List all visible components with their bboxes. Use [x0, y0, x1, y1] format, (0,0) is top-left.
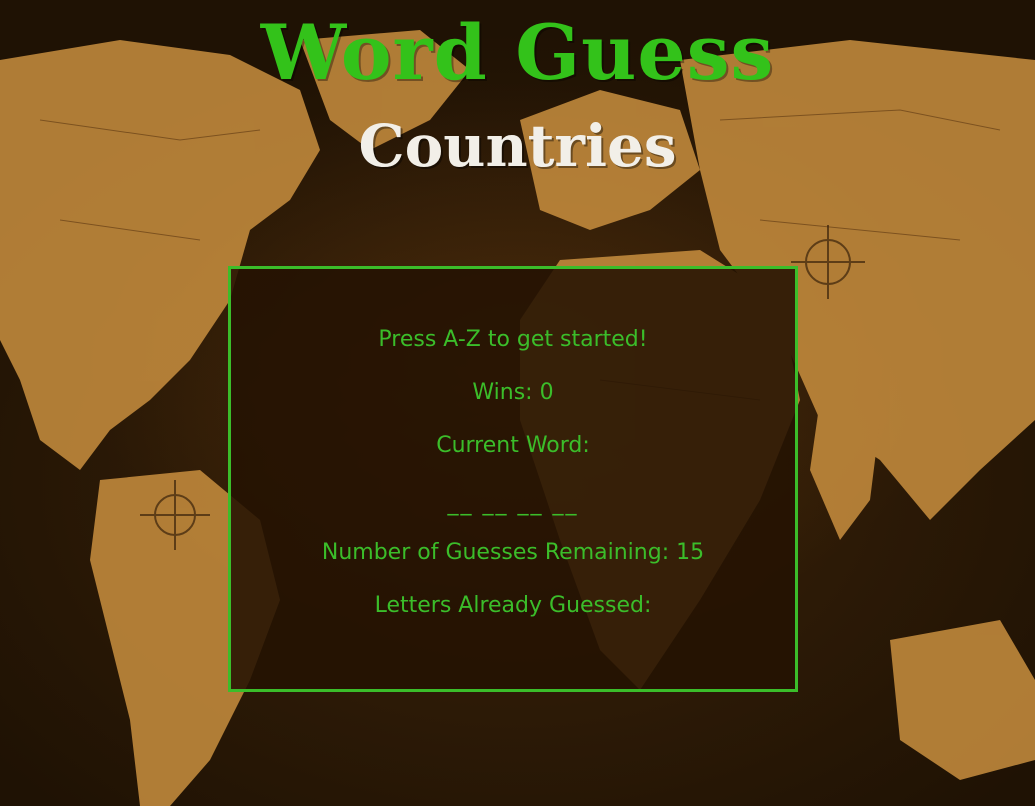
letters-guessed-label: Letters Already Guessed:	[374, 593, 652, 618]
game-panel: Press A-Z to get started! Wins: 0 Curren…	[228, 266, 798, 692]
start-prompt: Press A-Z to get started!	[378, 327, 648, 352]
current-word-label: Current Word:	[436, 433, 590, 458]
continent-india	[810, 400, 880, 540]
guesses-remaining: Number of Guesses Remaining: 15	[321, 540, 705, 565]
continent-australia	[890, 620, 1035, 780]
current-word-blanks: __ __ __ __	[447, 491, 579, 516]
game-subtitle: Countries	[358, 112, 677, 180]
game-title: Word Guess	[260, 8, 775, 97]
wins-counter: Wins: 0	[472, 380, 554, 405]
